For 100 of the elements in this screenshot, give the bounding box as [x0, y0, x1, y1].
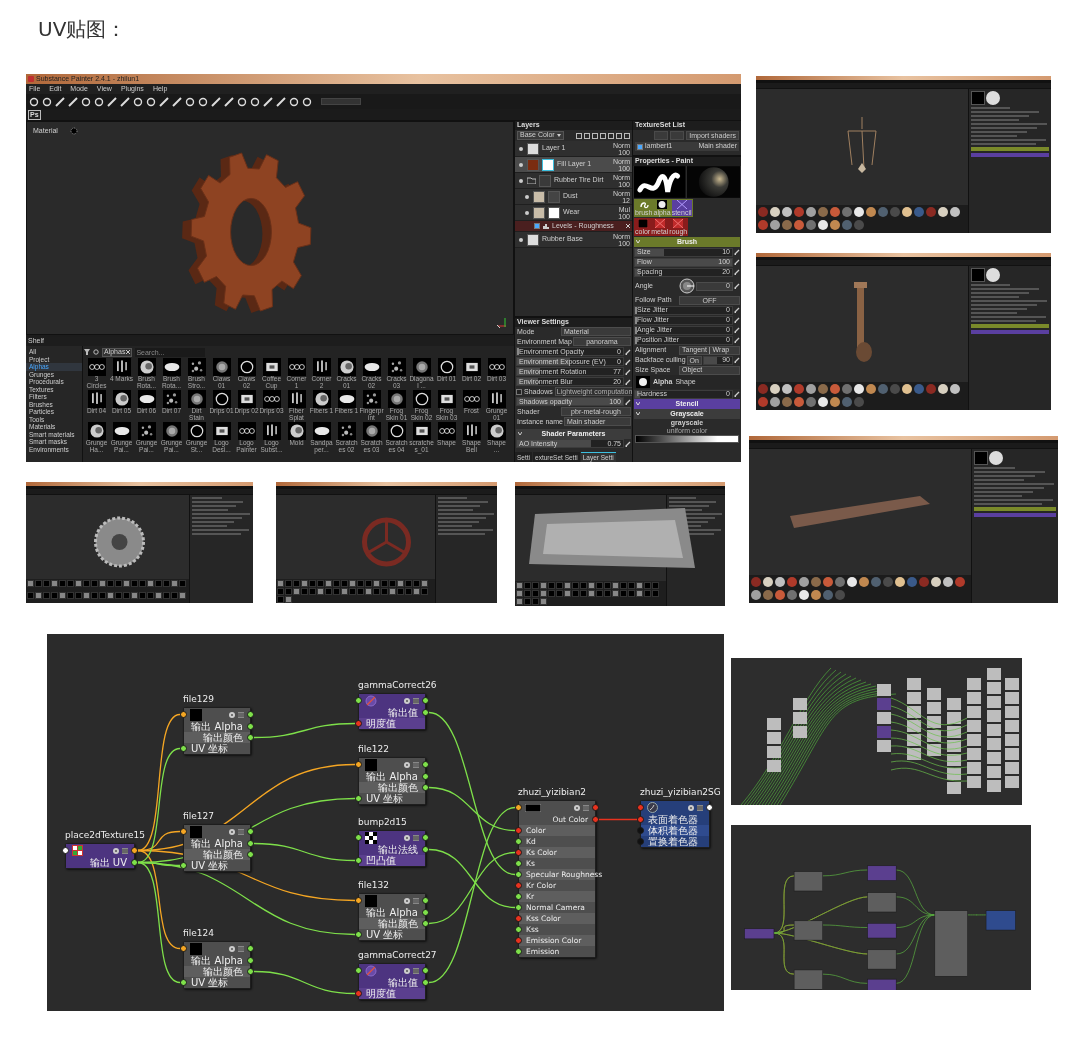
port-dot[interactable]: [637, 838, 644, 845]
brush-tool-icon[interactable]: [224, 96, 234, 107]
node-controls-icon[interactable]: [403, 833, 419, 842]
port-dot[interactable]: [422, 709, 429, 716]
port-dot[interactable]: [515, 937, 522, 944]
alpha-thumbnail[interactable]: [412, 422, 431, 440]
port-dot[interactable]: [515, 948, 522, 955]
eye-icon[interactable]: [518, 161, 524, 168]
alpha-thumbnail[interactable]: [487, 422, 506, 440]
port-dot[interactable]: [515, 915, 522, 922]
alpha-thumbnail[interactable]: [237, 358, 256, 376]
port-dot[interactable]: [422, 846, 429, 853]
port-dot[interactable]: [247, 968, 254, 975]
alpha-thumbnail[interactable]: [462, 358, 481, 376]
alpha-thumbnail[interactable]: [362, 358, 381, 376]
alpha-thumbnail[interactable]: [487, 358, 506, 376]
ring-tool-icon[interactable]: [81, 96, 91, 107]
node-controls-icon[interactable]: [112, 846, 128, 855]
port-dot[interactable]: [180, 979, 187, 986]
port-dot[interactable]: [247, 851, 254, 858]
port-dot[interactable]: [515, 893, 522, 900]
node-controls-icon[interactable]: [573, 803, 589, 812]
port-dot[interactable]: [247, 734, 254, 741]
alpha-thumbnail[interactable]: [337, 358, 356, 376]
alpha-thumbnail[interactable]: [487, 390, 506, 408]
node-controls-icon[interactable]: [228, 944, 244, 953]
brush-tool-icon[interactable]: [276, 96, 286, 107]
swatch-icon[interactable]: [637, 219, 648, 228]
port-dot[interactable]: [355, 967, 362, 974]
port-dot[interactable]: [592, 804, 599, 811]
port-dot[interactable]: [706, 804, 713, 811]
alpha-thumbnail[interactable]: [212, 390, 231, 408]
port-dot[interactable]: [131, 859, 138, 866]
ring-tool-icon[interactable]: [198, 96, 208, 107]
checkbox[interactable]: [516, 388, 522, 395]
node-controls-icon[interactable]: [228, 827, 244, 836]
checkbox[interactable]: [637, 143, 643, 150]
port-dot[interactable]: [180, 945, 187, 952]
alpha-thumbnail[interactable]: [137, 390, 156, 408]
node-controls-icon[interactable]: [687, 803, 703, 812]
port-dot[interactable]: [355, 834, 362, 841]
port-dot[interactable]: [355, 857, 362, 864]
ring-tool-icon[interactable]: [42, 96, 52, 107]
port-dot[interactable]: [180, 828, 187, 835]
ring-tool-icon[interactable]: [185, 96, 195, 107]
port-dot[interactable]: [422, 920, 429, 927]
alpha-thumbnail[interactable]: [87, 390, 106, 408]
port-dot[interactable]: [637, 816, 644, 823]
port-dot[interactable]: [247, 828, 254, 835]
graph-node[interactable]: 输出 Alpha 输出颜色 UV 坐标: [358, 757, 426, 805]
port-dot[interactable]: [515, 904, 522, 911]
node-controls-icon[interactable]: [228, 710, 244, 719]
alpha-thumbnail[interactable]: [187, 422, 206, 440]
graph-node[interactable]: 输出法线 凹凸值: [358, 830, 426, 867]
alpha-thumbnail[interactable]: [262, 390, 281, 408]
brush-tool-icon[interactable]: [263, 96, 273, 107]
brush-tool-icon[interactable]: [107, 96, 117, 107]
ring-tool-icon[interactable]: [237, 96, 247, 107]
graph-node[interactable]: 输出值 明度值: [358, 693, 426, 730]
brush-tool-icon[interactable]: [211, 96, 221, 107]
port-dot[interactable]: [355, 761, 362, 768]
brush-tool-icon[interactable]: [120, 96, 130, 107]
port-dot[interactable]: [422, 761, 429, 768]
ring-tool-icon[interactable]: [289, 96, 299, 107]
alpha-thumbnail[interactable]: [137, 358, 156, 376]
alpha-thumbnail[interactable]: [387, 390, 406, 408]
port-dot[interactable]: [422, 834, 429, 841]
alpha-thumbnail[interactable]: [387, 358, 406, 376]
alpha-thumbnail[interactable]: [212, 422, 231, 440]
alpha-thumbnail[interactable]: [162, 422, 181, 440]
port-dot[interactable]: [515, 882, 522, 889]
port-dot[interactable]: [355, 697, 362, 704]
alpha-thumbnail[interactable]: [462, 390, 481, 408]
ring-tool-icon[interactable]: [94, 96, 104, 107]
graph-node[interactable]: 输出 Alpha 输出颜色 UV 坐标: [183, 941, 251, 989]
alpha-thumbnail[interactable]: [162, 358, 181, 376]
port-dot[interactable]: [422, 967, 429, 974]
graph-node[interactable]: 输出 Alpha 输出颜色 UV 坐标: [183, 707, 251, 755]
ring-tool-icon[interactable]: [302, 96, 312, 107]
port-dot[interactable]: [355, 990, 362, 997]
round-brush-icon[interactable]: [657, 200, 668, 209]
graph-node[interactable]: 表面着色器 体积着色器 置换着色器: [640, 800, 710, 848]
ring-tool-icon[interactable]: [29, 96, 39, 107]
node-controls-icon[interactable]: [403, 696, 419, 705]
alpha-thumbnail[interactable]: [262, 422, 281, 440]
ring-tool-icon[interactable]: [133, 96, 143, 107]
alpha-thumbnail[interactable]: [312, 358, 331, 376]
node-controls-icon[interactable]: [403, 966, 419, 975]
graph-node[interactable]: 输出 Alpha 输出颜色 UV 坐标: [358, 893, 426, 941]
alpha-thumbnail[interactable]: [437, 358, 456, 376]
alpha-thumbnail[interactable]: [387, 422, 406, 440]
port-dot[interactable]: [422, 773, 429, 780]
cross-icon[interactable]: [673, 219, 684, 228]
port-dot[interactable]: [247, 957, 254, 964]
eye-icon[interactable]: [518, 236, 524, 243]
alpha-thumbnail[interactable]: [212, 358, 231, 376]
alpha-thumbnail[interactable]: [112, 358, 131, 376]
alpha-thumbnail[interactable]: [287, 390, 306, 408]
port-dot[interactable]: [637, 827, 644, 834]
node-controls-icon[interactable]: [403, 760, 419, 769]
